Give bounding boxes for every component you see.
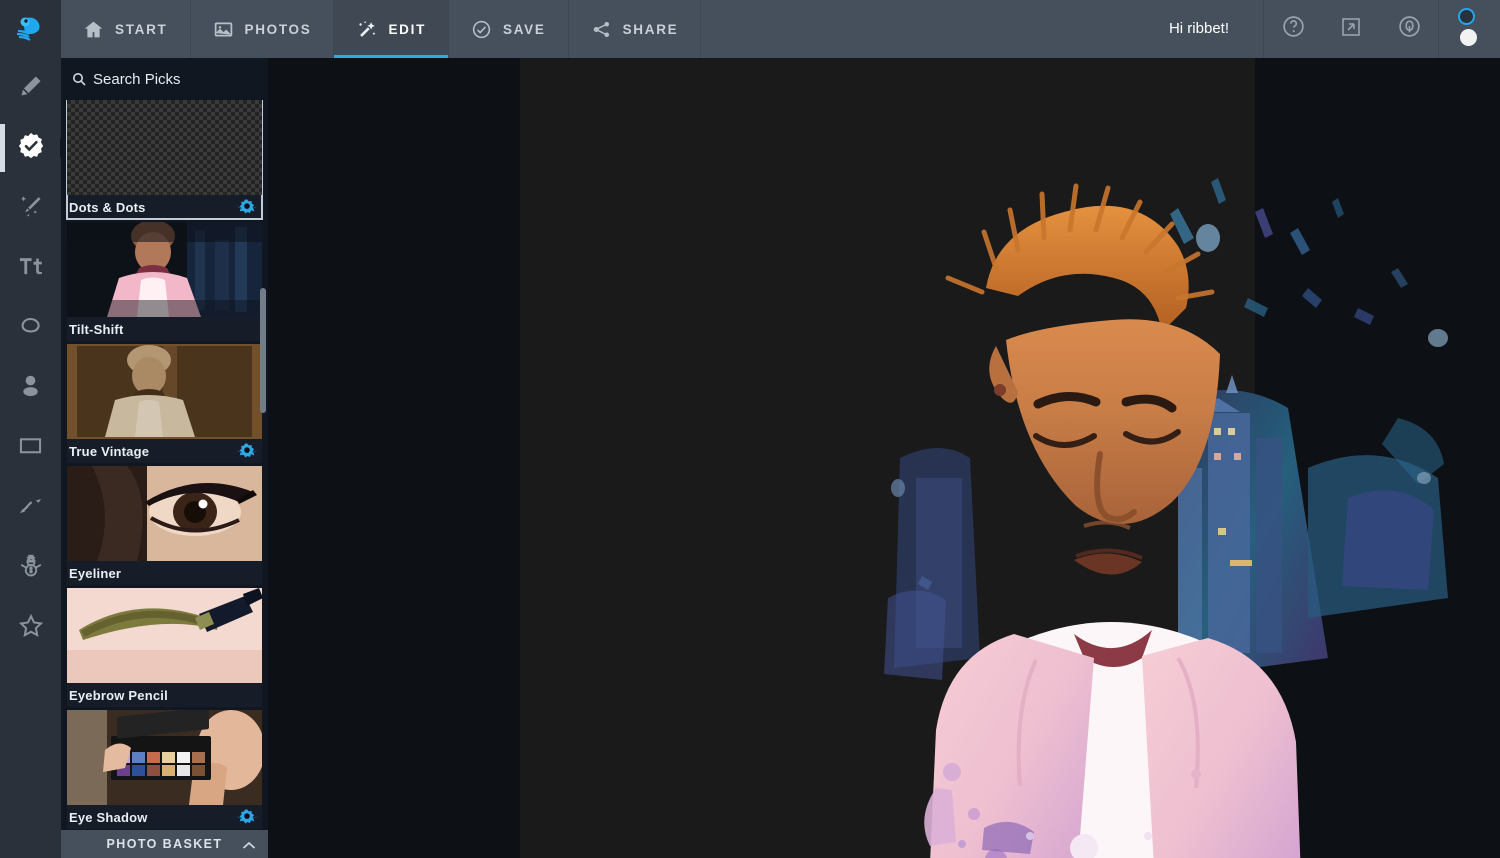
chevron-up-icon[interactable]: [242, 838, 256, 856]
list-item-label: Dots & Dots: [69, 199, 146, 215]
search-input[interactable]: [87, 70, 268, 88]
pick-label-row: Eyeliner: [67, 561, 262, 585]
sidebar-item-portrait[interactable]: [0, 358, 61, 418]
badge-check-icon: [16, 131, 46, 166]
share-nodes-icon: [591, 19, 612, 40]
person-icon: [17, 372, 44, 404]
account-button[interactable]: [1380, 0, 1438, 58]
background-color-swatch[interactable]: [1460, 29, 1477, 46]
pick-label-row: True Vintage: [67, 439, 262, 463]
greeting-label: Hi ribbet!: [1147, 0, 1264, 58]
text-Tt-icon: [17, 252, 45, 285]
pick-thumbnail: [67, 588, 262, 683]
frog-logo-icon: [16, 17, 39, 41]
panel-scrollbar-thumb[interactable]: [260, 288, 266, 413]
jacket-right: [1142, 638, 1301, 858]
picks-panel: Dots & Dots: [61, 58, 268, 830]
edited-photo[interactable]: [878, 168, 1498, 858]
pick-thumbnail: [67, 100, 262, 195]
nav-tab-edit[interactable]: EDIT: [334, 0, 450, 58]
sidebar-item-basic-edits[interactable]: [0, 58, 61, 118]
image-icon: [213, 19, 234, 40]
list-item-label: Tilt-Shift: [69, 321, 124, 337]
nav-tab-start-label: START: [115, 21, 168, 37]
tool-rail: [0, 58, 70, 858]
topbar-right-group: Hi ribbet!: [1147, 0, 1500, 58]
nav-tab-share[interactable]: SHARE: [569, 0, 702, 58]
nav-tab-save[interactable]: SAVE: [449, 0, 569, 58]
eyebrow-closeup-preview: [67, 588, 262, 683]
list-item-label: True Vintage: [69, 443, 150, 459]
sidebar-item-favorites[interactable]: [0, 598, 61, 658]
check-circle-icon: [471, 19, 492, 40]
sidebar-item-text[interactable]: [0, 238, 61, 298]
premium-badge-icon: [236, 198, 258, 216]
nav-tab-edit-label: EDIT: [388, 21, 427, 37]
sidebar-item-graphics[interactable]: [0, 478, 61, 538]
pencil-icon: [18, 73, 44, 104]
list-item-label: Eye Shadow: [69, 809, 148, 825]
magic-wand-icon: [356, 19, 377, 40]
premium-badge-icon: [236, 808, 258, 826]
connector-icon: [17, 492, 44, 524]
list-item[interactable]: Tilt-Shift: [67, 222, 262, 341]
app-logo[interactable]: [0, 0, 61, 58]
pick-label-row: Tilt-Shift: [67, 317, 262, 341]
canvas-area[interactable]: 8 × 8 grid: [268, 58, 1500, 858]
pick-thumbnail: [67, 344, 262, 439]
snowman-icon: [17, 552, 45, 585]
sidebar-item-effects[interactable]: [0, 178, 61, 238]
foreground-color-swatch[interactable]: [1458, 8, 1475, 25]
picmonkey-editor: START PHOTOS EDIT SAVE SHARE Hi ribbet! …: [0, 0, 1500, 858]
nav-tab-share-label: SHARE: [622, 21, 679, 37]
makeup-palette-preview: [67, 710, 262, 805]
nav-tab-start[interactable]: START: [61, 0, 191, 58]
account-icon: [1397, 14, 1422, 44]
help-icon: [1281, 14, 1306, 44]
pick-thumbnail: [67, 222, 262, 317]
expand-icon: [1339, 15, 1363, 44]
eye-closeup-preview: [67, 466, 262, 561]
photo-basket-label: PHOTO BASKET: [106, 837, 223, 851]
search-icon: [71, 71, 87, 87]
nav-tab-photos-label: PHOTOS: [244, 21, 312, 37]
home-icon: [83, 19, 104, 40]
list-item-label: Eyeliner: [69, 565, 122, 581]
nav-tab-photos[interactable]: PHOTOS: [191, 0, 335, 58]
star-icon: [17, 612, 45, 645]
list-item[interactable]: Eyeliner: [67, 466, 262, 585]
blob-icon: [17, 312, 45, 345]
pick-thumbnail: [67, 466, 262, 561]
photo-basket-bar[interactable]: PHOTO BASKET: [61, 830, 268, 858]
picks-list[interactable]: Dots & Dots Tilt-Shift True Vintage Eyel…: [61, 100, 268, 830]
pick-thumbnail: [67, 710, 262, 805]
sidebar-item-seasonal[interactable]: [0, 538, 61, 598]
list-item[interactable]: Dots & Dots: [66, 100, 263, 220]
panel-scrollbar-track[interactable]: [260, 58, 267, 788]
color-swatches[interactable]: [1438, 0, 1500, 58]
help-button[interactable]: [1264, 0, 1322, 58]
pick-label-row: Dots & Dots: [67, 195, 262, 219]
top-navigation-bar: START PHOTOS EDIT SAVE SHARE Hi ribbet!: [0, 0, 1500, 58]
list-item[interactable]: Eyebrow Pencil: [67, 588, 262, 707]
pick-label-row: Eyebrow Pencil: [67, 683, 262, 707]
hair: [986, 205, 1189, 332]
sepia-vintage-portrait-preview: [67, 344, 262, 439]
magic-brush-icon: [17, 192, 45, 225]
list-item[interactable]: Eye Shadow: [67, 710, 262, 829]
sidebar-item-touch-up[interactable]: [0, 298, 61, 358]
panel-search-row: [61, 58, 268, 100]
frame-icon: [17, 432, 44, 464]
sidebar-item-picks[interactable]: [0, 118, 70, 178]
tilt-shift-portrait-preview: [67, 222, 262, 317]
sidebar-item-frames[interactable]: [0, 418, 61, 478]
list-item-label: Eyebrow Pencil: [69, 687, 168, 703]
pick-label-row: Eye Shadow: [67, 805, 262, 829]
list-item[interactable]: True Vintage: [67, 344, 262, 463]
expand-button[interactable]: [1322, 0, 1380, 58]
premium-badge-icon: [236, 442, 258, 460]
transparency-checker: [67, 100, 262, 195]
nav-tab-save-label: SAVE: [503, 21, 546, 37]
